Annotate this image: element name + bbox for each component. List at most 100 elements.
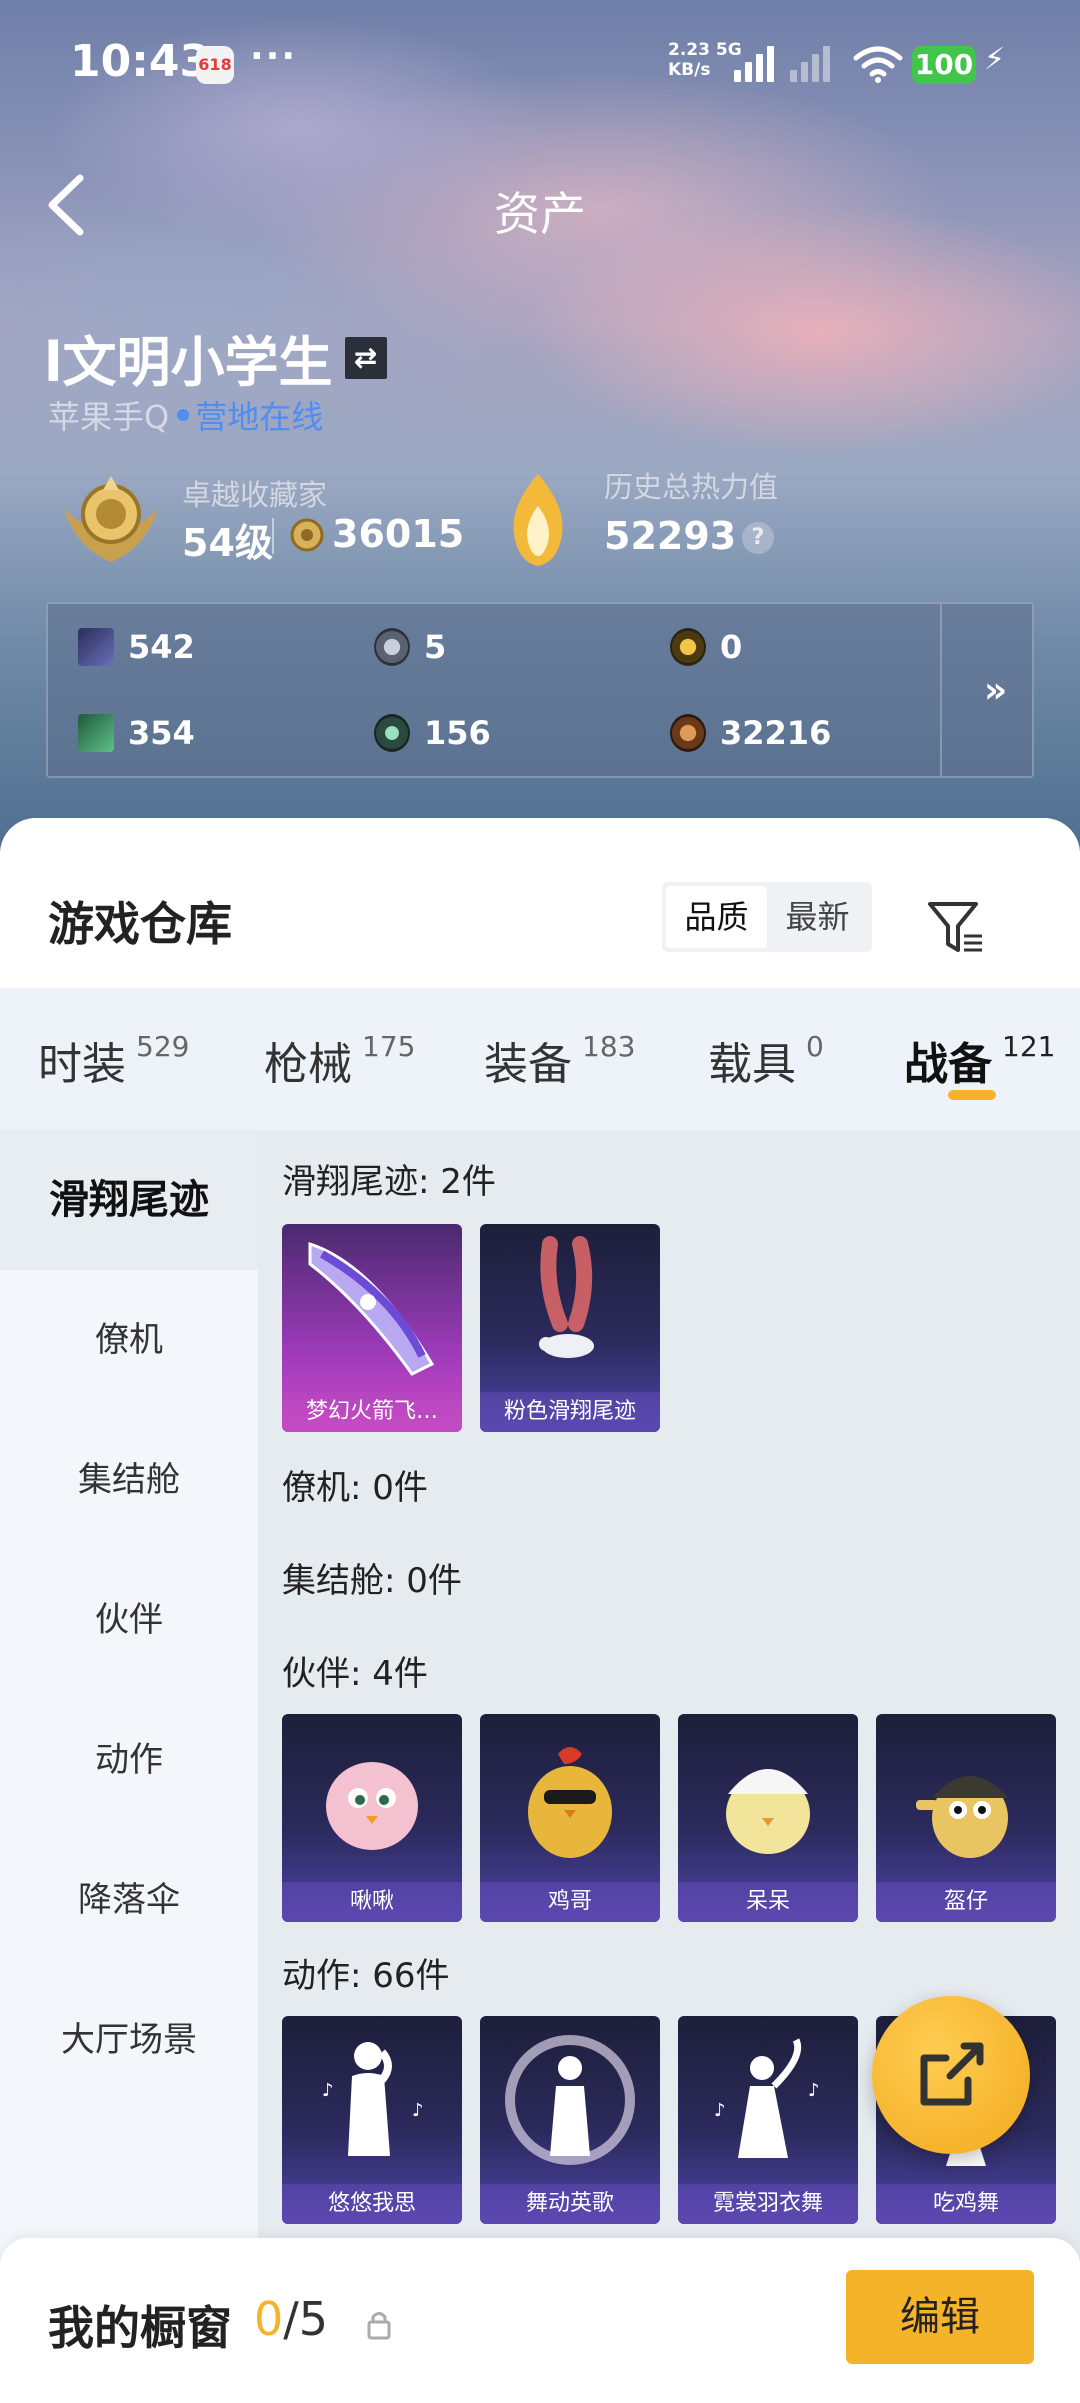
helmet-chick-icon [916,1776,1008,1858]
tab-equipment[interactable]: 装备 183 [484,1028,635,1092]
item-card[interactable]: 啾啾 [282,1714,462,1922]
sort-toggle: 品质 最新 [662,882,872,952]
username-text: l文明小学生 [44,331,333,394]
item-name: 霓裳羽衣舞 [678,2184,858,2224]
section-title-partner: 伙伴: 4件 [282,1654,428,1694]
item-list: 滑翔尾迹: 2件 梦幻火箭飞… 粉色滑翔尾迹 僚机: 0件 集结舱: 0件 伙伴… [258,1130,1080,2403]
tab-vehicles[interactable]: 载具 0 [708,1028,824,1092]
token-icon [374,714,410,752]
collector-points: 36015 [332,512,465,556]
currency-item: 32216 [670,714,831,752]
item-card[interactable]: ♪ ♪ 霓裳羽衣舞 [678,2016,858,2224]
online-dot-icon [177,409,190,421]
signal-2-icon [790,42,830,82]
collector-medal-icon[interactable] [56,470,166,570]
charging-icon: ⚡ [984,42,1006,77]
collector-points-icon [290,518,324,552]
tab-label: 时装 [38,1039,126,1090]
tab-count: 175 [362,1030,416,1063]
sort-newest-button[interactable]: 最新 [767,886,868,948]
sidebar-item-wingman[interactable]: 僚机 [0,1270,258,1410]
showcase-total: /5 [283,2292,329,2346]
svg-text:♪: ♪ [412,2100,424,2121]
warehouse-title: 游戏仓库 [48,897,232,951]
currency-item: 542 [78,628,195,666]
item-card[interactable]: 舞动英歌 [480,2016,660,2224]
showcase-count: 0/5 [254,2292,328,2346]
share-icon [920,2042,984,2106]
section-title-capsule: 集结舱: 0件 [282,1561,462,1601]
active-tab-indicator [948,1090,996,1100]
showcase-current: 0 [254,2292,284,2346]
flame-icon[interactable] [496,470,580,570]
item-card[interactable]: 盔仔 [876,1714,1056,1922]
page-title: 资产 [494,187,586,241]
svg-text:♪: ♪ [322,2080,334,2101]
item-card[interactable]: 鸡哥 [480,1714,660,1922]
currency-item: 0 [670,628,742,666]
warehouse-header: 游戏仓库 品质 最新 [0,818,1080,988]
currency-value: 32216 [720,714,832,752]
item-name: 啾啾 [282,1882,462,1922]
warehouse-sheet: 游戏仓库 品质 最新 时装 529 枪械 175 装备 183 载具 0 战备 … [0,818,1080,2403]
item-name: 呆呆 [678,1882,858,1922]
online-status: 营地在线 [195,398,324,436]
rocket-glider-icon [308,1241,435,1376]
daze-chick-icon [726,1769,810,1854]
currency-value: 5 [424,628,447,666]
tab-label: 战备 [904,1039,992,1090]
bronze-coin-icon [670,714,706,752]
section-title-glide-trail: 滑翔尾迹: 2件 [282,1162,496,1202]
hero-banner: 10:43 618 ··· 2.23 5G KB/s 100 ⚡ 资产 l文明小… [0,0,1080,860]
sidebar-item-capsule[interactable]: 集结舱 [0,1410,258,1550]
currency-value: 542 [128,628,195,666]
edit-button[interactable]: 编辑 [846,2270,1034,2364]
sidebar-item-glide-trail[interactable]: 滑翔尾迹 [0,1130,258,1270]
platform-label: 苹果手Q [48,398,170,436]
pink-trail-icon [539,1236,594,1358]
item-name: 悠悠我思 [282,2184,462,2224]
sidebar-item-lobby-scene[interactable]: 大厅场景 [0,1970,258,2110]
emote-dance-icon [505,2035,635,2165]
sort-quality-button[interactable]: 品质 [666,886,767,948]
showcase-label: 我的橱窗 [48,2301,232,2355]
item-name: 鸡哥 [480,1882,660,1922]
currency-value: 0 [720,628,743,666]
item-card[interactable]: 呆呆 [678,1714,858,1922]
tab-count: 121 [1002,1030,1056,1063]
share-button[interactable] [872,1996,1030,2154]
tab-count: 529 [136,1030,190,1063]
svg-text:♪: ♪ [714,2100,726,2121]
wifi-icon [853,46,903,83]
tab-guns[interactable]: 枪械 175 [264,1028,415,1092]
more-currencies-icon[interactable]: » [984,670,1007,711]
sidebar-item-partner[interactable]: 伙伴 [0,1550,258,1690]
item-name: 粉色滑翔尾迹 [480,1392,660,1432]
ticket-icon [78,714,114,752]
card-icon [78,628,114,666]
tab-battle-gear[interactable]: 战备 121 [904,1028,1055,1092]
currency-item: 354 [78,714,195,752]
sidebar-item-emote[interactable]: 动作 [0,1690,258,1830]
sidebar-item-parachute[interactable]: 降落伞 [0,1830,258,1970]
item-card[interactable]: 梦幻火箭飞… [282,1224,462,1432]
account-info: 苹果手Q 营地在线 [48,392,323,438]
section-title-emote: 动作: 66件 [282,1956,450,1996]
tab-fashion[interactable]: 时装 529 [38,1028,189,1092]
filter-icon[interactable] [926,898,986,958]
switch-account-icon[interactable]: ⇄ [344,336,387,379]
help-icon[interactable]: ? [742,522,774,554]
item-card[interactable]: 粉色滑翔尾迹 [480,1224,660,1432]
chicken-brother-icon [528,1747,612,1858]
silver-coin-icon [374,628,410,666]
subcategory-sidebar: 滑翔尾迹 僚机 集结舱 伙伴 动作 降落伞 大厅场景 [0,1130,258,2403]
status-bar: 10:43 618 ··· 2.23 5G KB/s 100 ⚡ [0,30,1080,100]
pink-bird-icon [326,1762,418,1850]
currency-panel[interactable]: 542 5 0 354 156 32216 » [46,602,1034,778]
showcase-bar: 我的橱窗 0/5 编辑 [0,2238,1080,2403]
status-time: 10:43 [70,36,211,87]
item-card[interactable]: ♪ ♪ 悠悠我思 [282,2016,462,2224]
svg-text:♪: ♪ [808,2080,820,2101]
emote-feather-dance-icon: ♪♪ [714,2038,820,2158]
heat-title: 历史总热力值 [604,470,779,504]
